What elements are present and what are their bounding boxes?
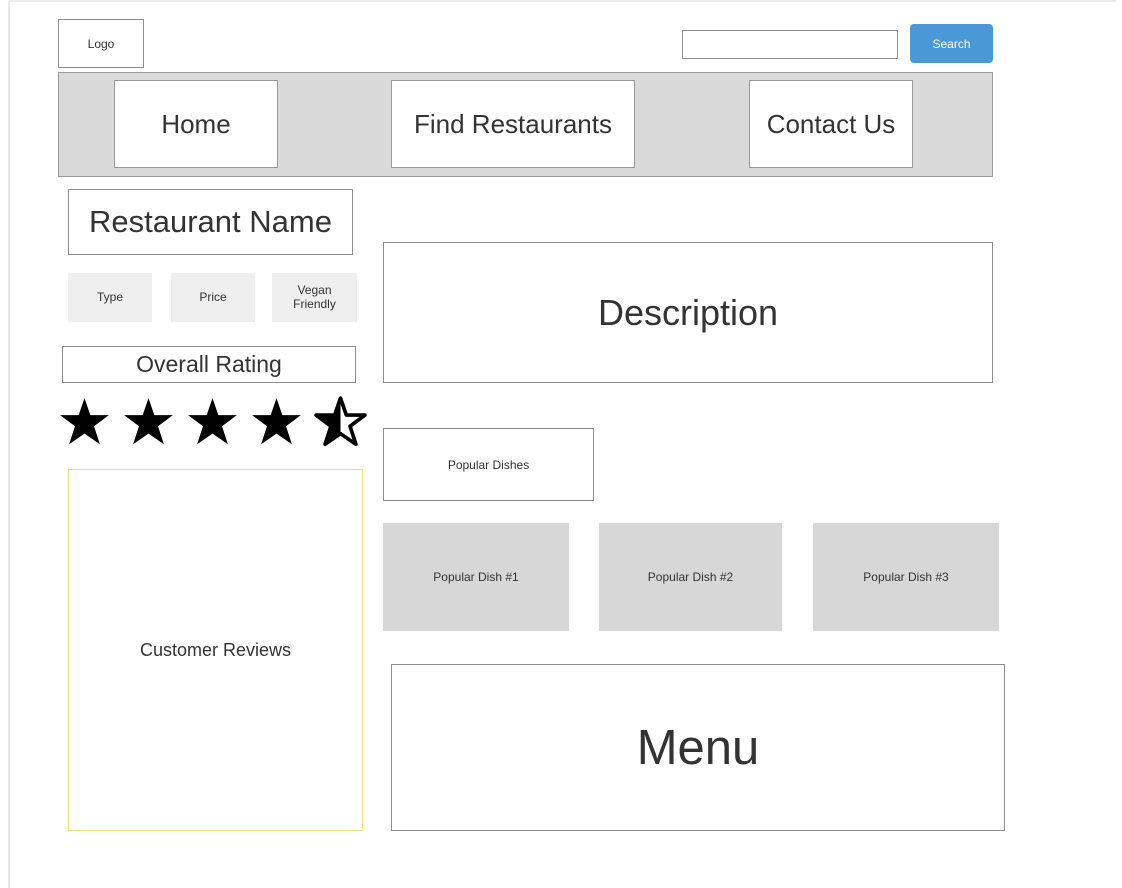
star-rating xyxy=(58,392,370,452)
type-chip: Type xyxy=(68,273,152,322)
customer-reviews-panel[interactable]: Customer Reviews xyxy=(68,469,363,831)
search-button[interactable]: Search xyxy=(910,24,993,63)
star-full-icon xyxy=(60,397,109,444)
nav-contact-us[interactable]: Contact Us xyxy=(749,80,913,168)
menu-label: Menu xyxy=(636,720,760,775)
popular-dish-card[interactable]: Popular Dish #2 xyxy=(599,523,782,631)
star-full-icon xyxy=(124,397,173,444)
menu-panel[interactable]: Menu xyxy=(391,664,1005,831)
star-half-icon xyxy=(314,395,367,446)
vegan-friendly-label: Vegan Friendly xyxy=(293,283,336,311)
restaurant-name: Restaurant Name xyxy=(68,189,353,255)
page-top-edge xyxy=(8,0,1116,2)
search-input[interactable] xyxy=(682,30,898,59)
overall-rating-label: Overall Rating xyxy=(62,346,356,383)
popular-dish-card[interactable]: Popular Dish #3 xyxy=(813,523,999,631)
nav-find-restaurants[interactable]: Find Restaurants xyxy=(391,80,635,168)
description-label: Description xyxy=(597,291,779,333)
popular-dishes-heading: Popular Dishes xyxy=(383,428,594,501)
star-full-icon xyxy=(252,397,301,444)
description-panel: Description xyxy=(383,242,993,383)
customer-reviews-label: Customer Reviews xyxy=(139,639,292,660)
nav-home[interactable]: Home xyxy=(114,80,278,168)
page-left-edge xyxy=(8,0,10,888)
popular-dish-card[interactable]: Popular Dish #1 xyxy=(383,523,569,631)
star-full-icon xyxy=(188,397,237,444)
vegan-friendly-chip: Vegan Friendly xyxy=(272,273,357,322)
price-chip: Price xyxy=(171,273,255,322)
logo[interactable]: Logo xyxy=(58,19,144,68)
